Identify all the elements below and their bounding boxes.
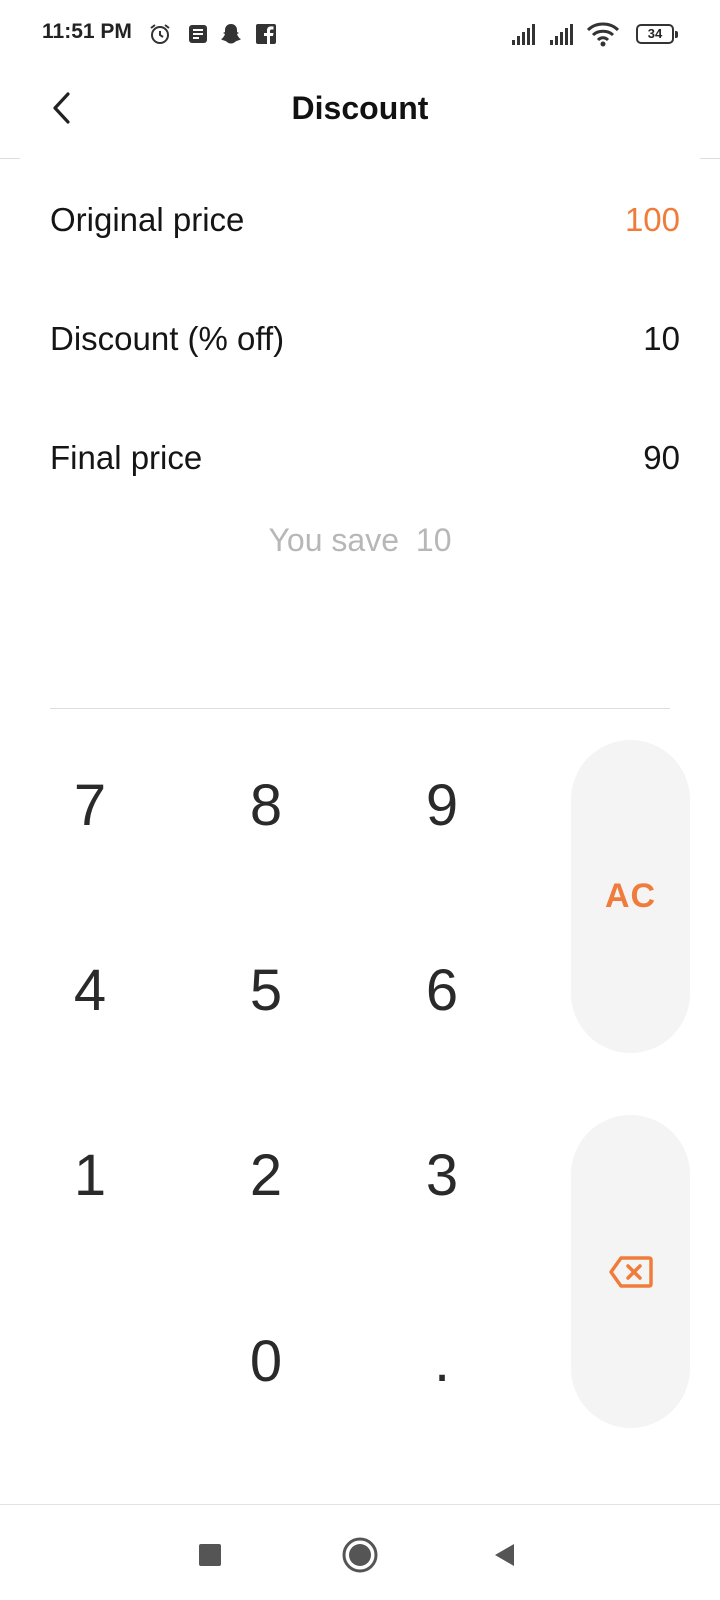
facebook-icon	[256, 24, 276, 44]
savings-text: You save 10	[0, 522, 720, 559]
key-7[interactable]: 7	[15, 740, 165, 870]
header-divider	[0, 158, 20, 159]
key-0[interactable]: 0	[191, 1296, 341, 1426]
discount-row[interactable]: Discount (% off) 10	[50, 309, 680, 369]
final-price-row[interactable]: Final price 90	[50, 428, 680, 488]
notes-icon	[189, 25, 207, 43]
clear-label: AC	[604, 877, 657, 915]
key-decimal[interactable]: .	[367, 1296, 517, 1426]
final-price-label: Final price	[50, 439, 203, 476]
keypad-divider	[50, 708, 670, 709]
key-3[interactable]: 3	[367, 1110, 517, 1240]
signal-icon	[550, 24, 573, 45]
wifi-icon	[586, 22, 620, 47]
signal-icon	[512, 24, 535, 45]
header: Discount	[0, 70, 720, 160]
page-title: Discount	[291, 90, 429, 126]
home-button[interactable]	[330, 1530, 390, 1580]
original-price-row[interactable]: Original price 100	[50, 190, 680, 250]
recents-square-icon	[199, 1544, 221, 1566]
original-price-label: Original price	[50, 201, 245, 238]
discount-label: Discount (% off)	[50, 320, 285, 357]
final-price-value: 90	[643, 439, 680, 476]
savings-label: You save	[268, 522, 399, 558]
discount-value: 10	[643, 320, 680, 357]
back-triangle-icon	[495, 1544, 514, 1566]
home-circle-icon	[342, 1537, 378, 1573]
original-price-value: 100	[624, 201, 680, 238]
status-bar: 11:51 PM 34	[0, 0, 720, 70]
battery-icon: 34	[636, 24, 678, 44]
key-9[interactable]: 9	[367, 740, 517, 870]
nav-divider	[0, 1504, 720, 1505]
key-5[interactable]: 5	[191, 925, 341, 1055]
status-time: 11:51 PM	[42, 20, 132, 43]
alarm-icon	[150, 24, 170, 44]
savings-value: 10	[415, 522, 452, 558]
recents-button[interactable]	[180, 1530, 240, 1580]
nav-back-button[interactable]	[475, 1530, 535, 1580]
backspace-icon	[608, 1255, 653, 1288]
key-8[interactable]: 8	[191, 740, 341, 870]
key-2[interactable]: 2	[191, 1110, 341, 1240]
key-1[interactable]: 1	[15, 1110, 165, 1240]
key-6[interactable]: 6	[367, 925, 517, 1055]
key-4[interactable]: 4	[15, 925, 165, 1055]
backspace-button[interactable]	[571, 1115, 690, 1428]
header-divider	[700, 158, 720, 159]
snapchat-icon	[221, 24, 241, 44]
clear-button[interactable]: AC	[571, 740, 690, 1053]
